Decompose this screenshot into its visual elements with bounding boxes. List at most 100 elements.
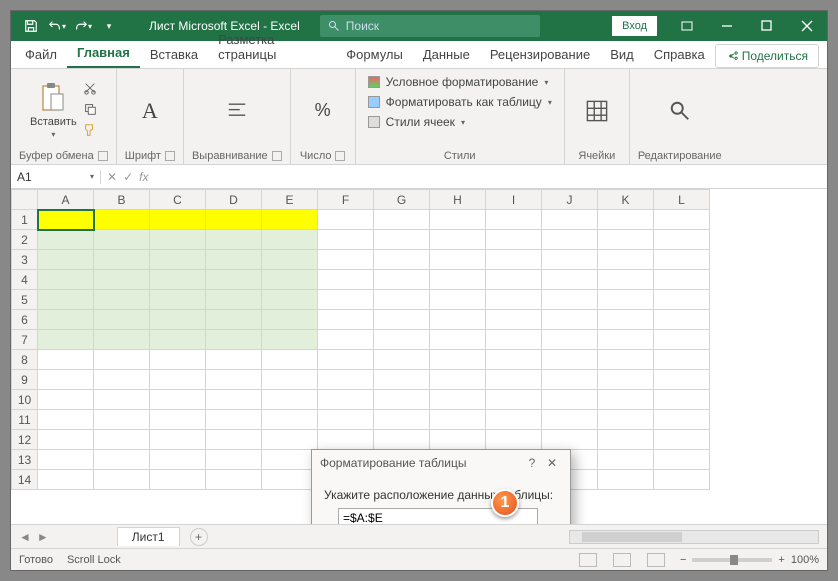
cell[interactable] bbox=[654, 250, 710, 270]
cell[interactable] bbox=[654, 470, 710, 490]
cell[interactable] bbox=[430, 310, 486, 330]
cell[interactable] bbox=[654, 270, 710, 290]
row-header[interactable]: 12 bbox=[12, 430, 38, 450]
alignment-button[interactable] bbox=[213, 100, 261, 122]
qat-customize-icon[interactable]: ▾ bbox=[97, 14, 121, 38]
editing-button[interactable] bbox=[656, 100, 704, 122]
cell[interactable] bbox=[38, 450, 94, 470]
cell[interactable] bbox=[150, 270, 206, 290]
cell[interactable] bbox=[542, 250, 598, 270]
cell[interactable] bbox=[542, 350, 598, 370]
col-header[interactable]: K bbox=[598, 190, 654, 210]
col-header[interactable]: G bbox=[374, 190, 430, 210]
cell[interactable] bbox=[38, 470, 94, 490]
cell[interactable] bbox=[374, 210, 430, 230]
cell[interactable] bbox=[654, 310, 710, 330]
cell[interactable] bbox=[206, 430, 262, 450]
cell[interactable] bbox=[38, 310, 94, 330]
cell[interactable] bbox=[150, 370, 206, 390]
cell[interactable] bbox=[654, 430, 710, 450]
cell[interactable] bbox=[430, 410, 486, 430]
cell[interactable] bbox=[542, 410, 598, 430]
cell[interactable] bbox=[374, 410, 430, 430]
cell[interactable] bbox=[94, 450, 150, 470]
login-button[interactable]: Вход bbox=[612, 16, 657, 36]
clipboard-launcher-icon[interactable] bbox=[98, 151, 108, 161]
cell[interactable] bbox=[150, 450, 206, 470]
cell[interactable] bbox=[150, 410, 206, 430]
cell[interactable] bbox=[542, 270, 598, 290]
cell[interactable] bbox=[542, 370, 598, 390]
cell[interactable] bbox=[542, 210, 598, 230]
cell[interactable] bbox=[150, 350, 206, 370]
spreadsheet-grid[interactable]: ABCDEFGHIJKL1234567891011121314 Форматир… bbox=[11, 189, 827, 524]
cell[interactable] bbox=[206, 370, 262, 390]
cell[interactable] bbox=[486, 350, 542, 370]
cell[interactable] bbox=[430, 210, 486, 230]
cell[interactable] bbox=[262, 350, 318, 370]
row-header[interactable]: 8 bbox=[12, 350, 38, 370]
close-icon[interactable] bbox=[787, 11, 827, 41]
cell[interactable] bbox=[262, 310, 318, 330]
cell[interactable] bbox=[542, 230, 598, 250]
cell[interactable] bbox=[206, 330, 262, 350]
cell[interactable] bbox=[542, 290, 598, 310]
col-header[interactable]: L bbox=[654, 190, 710, 210]
cell[interactable] bbox=[430, 390, 486, 410]
cell[interactable] bbox=[374, 390, 430, 410]
cell[interactable] bbox=[486, 230, 542, 250]
dialog-close-icon[interactable]: ✕ bbox=[542, 456, 562, 470]
cell[interactable] bbox=[486, 250, 542, 270]
cell[interactable] bbox=[486, 390, 542, 410]
maximize-icon[interactable] bbox=[747, 11, 787, 41]
tab-insert[interactable]: Вставка bbox=[140, 41, 208, 68]
row-header[interactable]: 10 bbox=[12, 390, 38, 410]
cell[interactable] bbox=[598, 470, 654, 490]
view-page-layout-icon[interactable] bbox=[613, 553, 631, 567]
cell[interactable] bbox=[94, 230, 150, 250]
cell[interactable] bbox=[94, 250, 150, 270]
cell[interactable] bbox=[598, 370, 654, 390]
cell[interactable] bbox=[430, 350, 486, 370]
redo-icon[interactable]: ▾ bbox=[71, 14, 95, 38]
cell[interactable] bbox=[150, 230, 206, 250]
save-icon[interactable] bbox=[19, 14, 43, 38]
cell[interactable] bbox=[262, 450, 318, 470]
cell[interactable] bbox=[486, 270, 542, 290]
cell[interactable] bbox=[598, 270, 654, 290]
row-header[interactable]: 1 bbox=[12, 210, 38, 230]
row-header[interactable]: 3 bbox=[12, 250, 38, 270]
cell[interactable] bbox=[150, 390, 206, 410]
col-header[interactable]: E bbox=[262, 190, 318, 210]
cell[interactable] bbox=[486, 210, 542, 230]
undo-icon[interactable]: ▾ bbox=[45, 14, 69, 38]
format-painter-icon[interactable] bbox=[83, 123, 97, 140]
sheet-prev-icon[interactable]: ◄ bbox=[19, 530, 31, 544]
cell[interactable] bbox=[262, 370, 318, 390]
cell[interactable] bbox=[94, 310, 150, 330]
cell[interactable] bbox=[206, 470, 262, 490]
cell[interactable] bbox=[598, 350, 654, 370]
cell[interactable] bbox=[374, 270, 430, 290]
cell[interactable] bbox=[262, 230, 318, 250]
cell[interactable] bbox=[318, 410, 374, 430]
cell[interactable] bbox=[374, 330, 430, 350]
select-all-corner[interactable] bbox=[12, 190, 38, 210]
cell[interactable] bbox=[374, 350, 430, 370]
cell[interactable] bbox=[94, 330, 150, 350]
cell[interactable] bbox=[430, 290, 486, 310]
cell[interactable] bbox=[262, 290, 318, 310]
view-normal-icon[interactable] bbox=[579, 553, 597, 567]
conditional-formatting-button[interactable]: Условное форматирование▾ bbox=[364, 73, 553, 91]
cell[interactable] bbox=[262, 270, 318, 290]
cell-styles-button[interactable]: Стили ячеек▾ bbox=[364, 113, 469, 131]
tab-file[interactable]: Файл bbox=[15, 41, 67, 68]
cell[interactable] bbox=[542, 330, 598, 350]
row-header[interactable]: 7 bbox=[12, 330, 38, 350]
cell[interactable] bbox=[150, 470, 206, 490]
cell[interactable] bbox=[38, 250, 94, 270]
view-page-break-icon[interactable] bbox=[647, 553, 665, 567]
col-header[interactable]: D bbox=[206, 190, 262, 210]
cell[interactable] bbox=[206, 390, 262, 410]
cell[interactable] bbox=[150, 330, 206, 350]
